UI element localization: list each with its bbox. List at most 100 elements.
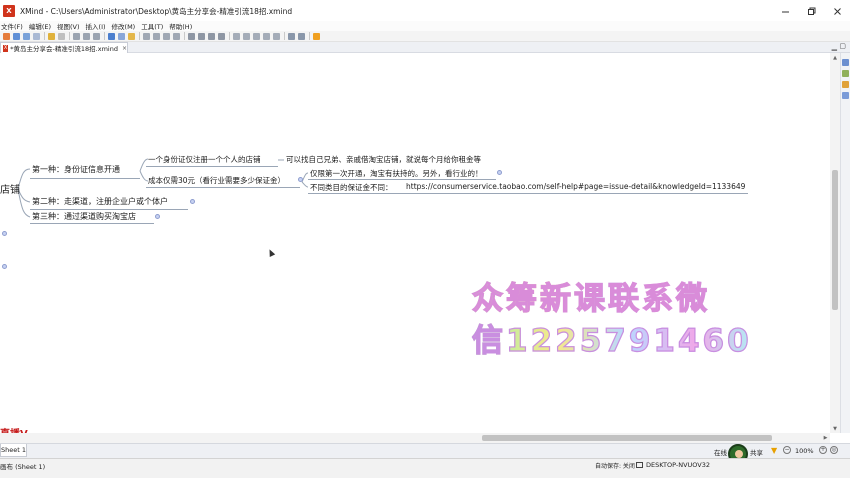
partial-bottom-topic[interactable]: 直播V [0,425,28,433]
restore-icon [807,7,815,15]
hyperlink-consumerservice[interactable]: https://consumerservice.taobao.com/self-… [406,182,745,191]
zoom-in-button[interactable]: + [819,446,827,454]
properties-view-icon[interactable] [842,70,849,77]
scroll-up-icon[interactable]: ▲ [830,53,840,62]
drill-down-icon[interactable] [243,32,250,40]
subtopic-deposit-varies[interactable]: 不同类目的保证金不同： [310,182,393,193]
note-icon[interactable] [218,32,225,40]
back-icon[interactable] [288,32,295,40]
branch-underline-3 [30,223,154,224]
menu-help[interactable]: 帮助(H) [169,21,192,31]
collapse-indicator[interactable] [2,231,7,236]
subtopic-icon[interactable] [118,32,125,40]
toolbar-separator [229,32,230,40]
collapse-indicator[interactable] [155,214,160,219]
close-button[interactable] [824,0,850,22]
label-icon[interactable] [233,32,240,40]
minimize-button[interactable] [772,0,798,22]
window-controls [772,0,850,22]
editor-minimize-icon[interactable]: ▁ [832,43,837,51]
subtopic-underline [308,193,748,194]
branch-topic-1[interactable]: 第一种：身份证信息开通 [32,164,120,175]
document-tab[interactable]: X *黄岛主分享会-精准引流18招.xmind × [0,42,128,53]
presentation-icon[interactable] [273,32,280,40]
maximize-button[interactable] [798,0,824,22]
horizontal-scroll-thumb[interactable] [482,435,772,441]
boundary-icon[interactable] [153,32,160,40]
marker-icon[interactable] [173,32,180,40]
status-canvas-label: 画布 (Sheet 1) [0,463,46,471]
overview-view-icon[interactable] [842,92,849,99]
collapse-indicator[interactable] [2,264,7,269]
markers-view-icon[interactable] [842,81,849,88]
connector-lines [17,158,309,218]
tab-close-icon[interactable]: × [122,45,127,52]
zoom-fit-button[interactable]: ◎ [830,446,838,454]
toolbar-separator [284,32,285,40]
outline-icon[interactable] [263,32,270,40]
subtopic-underline [146,166,278,167]
zoom-out-button[interactable]: − [783,446,791,454]
vertical-scrollbar[interactable]: ▲ ▼ [830,53,840,433]
subtopic-cost-30[interactable]: 成本仅需30元（看行业需要多少保证金） [148,175,285,186]
branch-topic-2[interactable]: 第二种：走渠道，注册企业户或个体户 [32,196,168,207]
summary-icon[interactable] [163,32,170,40]
status-autosave[interactable]: 自动保存: 关闭 [595,461,635,470]
partial-central-topic[interactable]: 店铺 [0,181,20,196]
collapse-indicator[interactable] [190,199,195,204]
scroll-right-icon[interactable]: ▶ [821,433,830,443]
drill-up-icon[interactable] [253,32,260,40]
topic-icon[interactable] [108,32,115,40]
menu-insert[interactable]: 插入(I) [86,21,106,31]
watermark-line-1: 众筹新课联系微 [471,273,710,318]
save-icon[interactable] [23,32,30,40]
subtopic-borrow-store[interactable]: 可以找自己兄弟、亲戚借淘宝店铺，就说每个月给你租金等 [286,154,481,165]
upgrade-icon[interactable] [313,32,320,40]
toolbar-separator [309,32,310,40]
filter-icon[interactable]: ▼ [771,446,777,455]
editor-tab-strip: X *黄岛主分享会-精准引流18招.xmind × ▁ ▢ [0,42,850,53]
new-file-icon[interactable] [3,32,10,40]
hyperlink-icon[interactable] [198,32,205,40]
save-as-icon[interactable] [33,32,40,40]
menu-tools[interactable]: 工具(T) [141,21,163,31]
status-computer: DESKTOP-NVUOV32 [636,461,710,469]
undo-icon[interactable] [48,32,55,40]
sheet-tab[interactable]: Sheet 1 [0,444,27,457]
floating-topic-icon[interactable] [128,32,135,40]
scroll-down-icon[interactable]: ▼ [830,424,840,433]
branch-underline-1 [30,178,140,179]
redo-icon[interactable] [58,32,65,40]
computer-icon [636,462,643,468]
subtopic-one-id-one-store[interactable]: 一个身份证仅注册一个个人的店铺 [148,154,261,165]
xmind-file-icon: X [3,44,9,52]
image-icon[interactable] [208,32,215,40]
subtopic-first-time-only[interactable]: 仅限第一次开通，淘宝有扶持的。另外，看行业的！ [310,168,483,179]
menu-edit[interactable]: 编辑(E) [29,21,51,31]
collapse-indicator[interactable] [497,170,502,175]
paste-icon[interactable] [93,32,100,40]
copy-icon[interactable] [83,32,90,40]
share-label-right[interactable]: 共享 [750,447,763,457]
mindmap-canvas[interactable]: 店铺 第一种：身份证信息开通 第二种：走渠道，注册企业户或个体户 第三种：通过渠… [0,53,830,433]
attachment-icon[interactable] [188,32,195,40]
open-file-icon[interactable] [13,32,20,40]
editor-maximize-icon[interactable]: ▢ [839,42,846,50]
branch-topic-3[interactable]: 第三种：通过渠道购买淘宝店 [32,211,136,222]
cut-icon[interactable] [73,32,80,40]
outline-view-icon[interactable] [842,59,849,66]
menu-modify[interactable]: 修改(M) [112,21,136,31]
menu-view[interactable]: 视图(V) [57,21,80,31]
relationship-icon[interactable] [143,32,150,40]
vertical-scroll-thumb[interactable] [832,170,838,310]
branch-underline-2 [30,209,188,210]
menu-file[interactable]: 文件(F) [1,21,23,31]
xmind-app-icon: X [3,5,15,17]
horizontal-scrollbar[interactable]: ▶ [0,433,830,443]
forward-icon[interactable] [298,32,305,40]
subtopic-underline [146,187,300,188]
sheet-tab-bar: Sheet 1 在线 共享 ▼ − 100% + ◎ [0,443,850,464]
collapse-indicator[interactable] [298,177,303,182]
minimize-icon [781,11,789,12]
toolbar-separator [69,32,70,40]
